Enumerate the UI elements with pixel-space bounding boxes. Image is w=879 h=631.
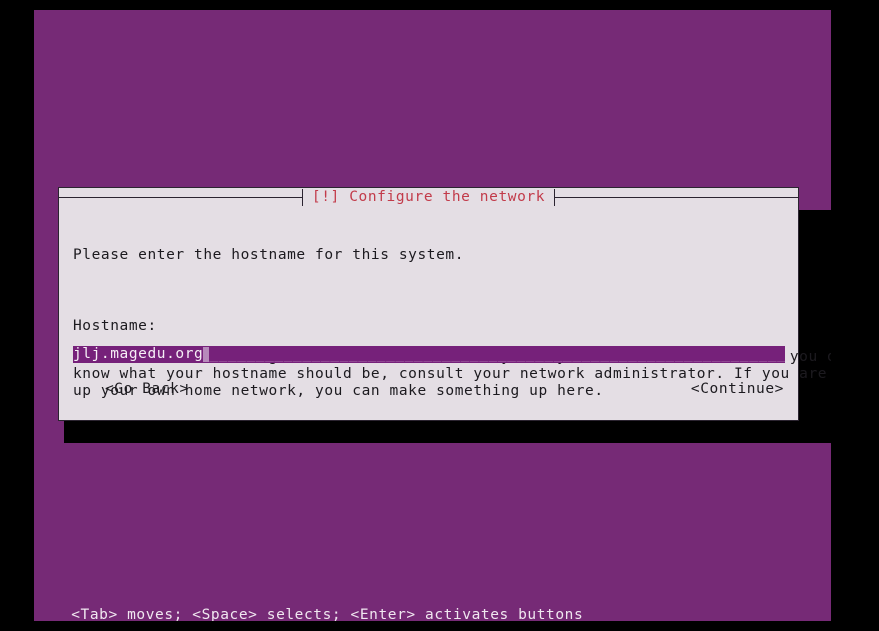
title-rule-left xyxy=(59,188,303,207)
keyboard-hint-text: <Tab> moves; <Space> selects; <Enter> ac… xyxy=(71,607,584,621)
terminal-screen: [!] Configure the network Please enter t… xyxy=(34,10,831,621)
hostname-input-fill: ________________________________________… xyxy=(209,346,785,362)
dialog-title-bar: [!] Configure the network xyxy=(59,188,798,207)
title-rule-right xyxy=(554,188,798,207)
continue-button[interactable]: <Continue> xyxy=(691,381,784,398)
go-back-button[interactable]: <Go Back> xyxy=(105,381,189,398)
instruction-paragraph-1: Please enter the hostname for this syste… xyxy=(73,247,465,263)
hostname-input-value: jlj.magedu.org xyxy=(73,346,204,362)
page-title: [!] Configure the network xyxy=(302,188,555,207)
dialog-body: Please enter the hostname for this syste… xyxy=(73,213,831,434)
configure-network-dialog: [!] Configure the network Please enter t… xyxy=(58,187,831,421)
hostname-label: Hostname: xyxy=(73,318,157,334)
hostname-input[interactable]: jlj.magedu.org _________________________… xyxy=(73,346,785,363)
keyboard-hint-bar: <Tab> moves; <Space> selects; <Enter> ac… xyxy=(34,590,831,621)
